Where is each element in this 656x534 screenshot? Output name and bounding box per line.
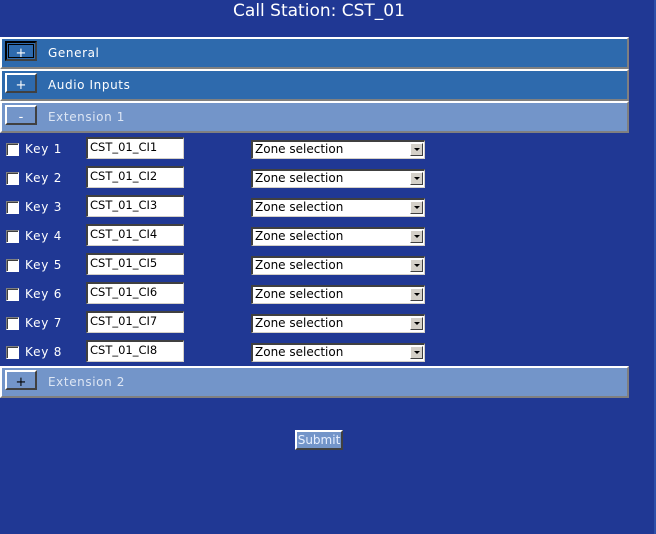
key-name-value: CST_01_CI8 bbox=[90, 343, 158, 357]
key-6-name-input[interactable]: CST_01_CI6 bbox=[86, 282, 184, 304]
key-label: Key 8 bbox=[25, 345, 63, 359]
zone-select-value: Zone selection bbox=[255, 316, 344, 330]
zone-select-value: Zone selection bbox=[255, 171, 344, 185]
key-label: Key 2 bbox=[25, 171, 63, 185]
collapse-extension-1-button[interactable]: - bbox=[5, 105, 37, 125]
key-1-zone-select[interactable]: Zone selection bbox=[251, 140, 425, 159]
key-name-value: CST_01_CI5 bbox=[90, 256, 158, 270]
section-label: Audio Inputs bbox=[48, 78, 131, 92]
key-8-name-input[interactable]: CST_01_CI8 bbox=[86, 340, 184, 362]
key-name-value: CST_01_CI6 bbox=[90, 285, 158, 299]
section-label: Extension 2 bbox=[48, 375, 125, 389]
dropdown-arrow-icon[interactable] bbox=[410, 143, 423, 156]
key-6-zone-select[interactable]: Zone selection bbox=[251, 285, 425, 304]
key-8-checkbox[interactable] bbox=[6, 346, 19, 359]
key-label: Key 4 bbox=[25, 229, 63, 243]
expand-general-button[interactable]: + bbox=[5, 41, 37, 61]
key-4-zone-select[interactable]: Zone selection bbox=[251, 227, 425, 246]
key-7-zone-select[interactable]: Zone selection bbox=[251, 314, 425, 333]
zone-select-value: Zone selection bbox=[255, 287, 344, 301]
key-row: Key 7 CST_01_CI7 Zone selection bbox=[0, 311, 440, 335]
key-4-checkbox[interactable] bbox=[6, 230, 19, 243]
section-general: + General bbox=[0, 37, 629, 69]
key-1-name-input[interactable]: CST_01_CI1 bbox=[86, 137, 184, 159]
key-name-value: CST_01_CI7 bbox=[90, 314, 158, 328]
key-4-name-input[interactable]: CST_01_CI4 bbox=[86, 224, 184, 246]
key-3-name-input[interactable]: CST_01_CI3 bbox=[86, 195, 184, 217]
key-label: Key 5 bbox=[25, 258, 63, 272]
key-row: Key 8 CST_01_CI8 Zone selection bbox=[0, 340, 440, 364]
key-row: Key 6 CST_01_CI6 Zone selection bbox=[0, 282, 440, 306]
dropdown-arrow-icon[interactable] bbox=[410, 230, 423, 243]
key-2-name-input[interactable]: CST_01_CI2 bbox=[86, 166, 184, 188]
key-label: Key 6 bbox=[25, 287, 63, 301]
key-label: Key 1 bbox=[25, 142, 63, 156]
dropdown-arrow-icon[interactable] bbox=[410, 288, 423, 301]
zone-select-value: Zone selection bbox=[255, 142, 344, 156]
dropdown-arrow-icon[interactable] bbox=[410, 259, 423, 272]
section-extension-2: + Extension 2 bbox=[0, 366, 629, 398]
key-8-zone-select[interactable]: Zone selection bbox=[251, 343, 425, 362]
dropdown-arrow-icon[interactable] bbox=[410, 172, 423, 185]
key-label: Key 3 bbox=[25, 200, 63, 214]
key-name-value: CST_01_CI2 bbox=[90, 169, 158, 183]
key-label: Key 7 bbox=[25, 316, 63, 330]
key-5-zone-select[interactable]: Zone selection bbox=[251, 256, 425, 275]
key-name-value: CST_01_CI1 bbox=[90, 140, 158, 154]
section-audio-inputs: + Audio Inputs bbox=[0, 69, 629, 101]
expand-extension-2-button[interactable]: + bbox=[5, 370, 37, 390]
key-row: Key 3 CST_01_CI3 Zone selection bbox=[0, 195, 440, 219]
submit-button[interactable]: Submit bbox=[295, 430, 343, 450]
key-name-value: CST_01_CI3 bbox=[90, 198, 158, 212]
key-row: Key 1 CST_01_CI1 Zone selection bbox=[0, 137, 440, 161]
dropdown-arrow-icon[interactable] bbox=[410, 317, 423, 330]
section-label: General bbox=[48, 46, 100, 60]
dropdown-arrow-icon[interactable] bbox=[410, 201, 423, 214]
key-row: Key 4 CST_01_CI4 Zone selection bbox=[0, 224, 440, 248]
key-1-checkbox[interactable] bbox=[6, 143, 19, 156]
key-5-name-input[interactable]: CST_01_CI5 bbox=[86, 253, 184, 275]
key-name-value: CST_01_CI4 bbox=[90, 227, 158, 241]
zone-select-value: Zone selection bbox=[255, 345, 344, 359]
zone-select-value: Zone selection bbox=[255, 258, 344, 272]
key-2-checkbox[interactable] bbox=[6, 172, 19, 185]
dropdown-arrow-icon[interactable] bbox=[410, 346, 423, 359]
zone-select-value: Zone selection bbox=[255, 200, 344, 214]
page-title: Call Station: CST_01 bbox=[233, 1, 405, 21]
section-extension-1: - Extension 1 bbox=[0, 101, 629, 133]
key-3-zone-select[interactable]: Zone selection bbox=[251, 198, 425, 217]
key-7-checkbox[interactable] bbox=[6, 317, 19, 330]
key-row: Key 5 CST_01_CI5 Zone selection bbox=[0, 253, 440, 277]
section-label: Extension 1 bbox=[48, 110, 125, 124]
key-row: Key 2 CST_01_CI2 Zone selection bbox=[0, 166, 440, 190]
expand-audio-inputs-button[interactable]: + bbox=[5, 73, 37, 93]
key-7-name-input[interactable]: CST_01_CI7 bbox=[86, 311, 184, 333]
zone-select-value: Zone selection bbox=[255, 229, 344, 243]
key-5-checkbox[interactable] bbox=[6, 259, 19, 272]
key-2-zone-select[interactable]: Zone selection bbox=[251, 169, 425, 188]
key-3-checkbox[interactable] bbox=[6, 201, 19, 214]
key-6-checkbox[interactable] bbox=[6, 288, 19, 301]
